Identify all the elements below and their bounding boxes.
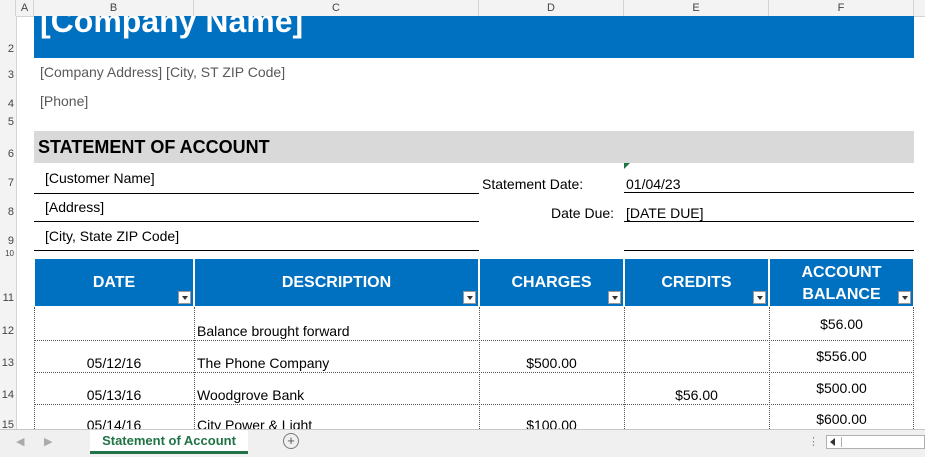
header-date-label: DATE	[92, 274, 136, 291]
cell-date[interactable]: 05/13/16	[34, 387, 194, 403]
cell-credits[interactable]: $56.00	[624, 387, 769, 403]
customer-city[interactable]: [City, State ZIP Code]	[45, 228, 179, 244]
cell-balance[interactable]: $500.00	[769, 380, 914, 396]
scrollbar-thumb[interactable]	[841, 437, 924, 447]
date-due-label: Date Due:	[551, 205, 615, 221]
row-header[interactable]: 4	[0, 98, 16, 110]
add-sheet-icon[interactable]: +	[283, 433, 299, 449]
cell-description[interactable]: Woodgrove Bank	[197, 387, 304, 403]
grid-line	[34, 372, 914, 373]
row-header[interactable]: 7	[0, 177, 16, 189]
divider	[624, 192, 914, 193]
cell-note-indicator-icon	[624, 163, 630, 169]
statement-date-value[interactable]: 01/04/23	[626, 176, 681, 192]
customer-address[interactable]: [Address]	[45, 199, 104, 215]
header-credits[interactable]: CREDITS	[624, 258, 769, 307]
column-header-b[interactable]: B	[34, 0, 194, 16]
filter-dropdown-icon[interactable]	[178, 291, 191, 304]
cell-balance[interactable]: $556.00	[769, 348, 914, 364]
header-credits-label: CREDITS	[661, 274, 732, 291]
filter-dropdown-icon[interactable]	[463, 291, 476, 304]
header-description-label: DESCRIPTION	[281, 274, 392, 291]
scroll-left-icon[interactable]	[830, 438, 835, 446]
header-account-balance[interactable]: ACCOUNT BALANCE	[769, 258, 914, 307]
statement-title-bar[interactable]: STATEMENT OF ACCOUNT	[34, 131, 914, 163]
row-header[interactable]: 2	[0, 43, 16, 55]
cell-balance[interactable]: $600.00	[769, 411, 914, 427]
nav-left-icon[interactable]: ◀	[16, 435, 24, 448]
column-header-f[interactable]: F	[769, 0, 914, 16]
select-all-corner[interactable]	[0, 0, 16, 16]
statement-date-label: Statement Date:	[482, 176, 584, 192]
filter-dropdown-icon[interactable]	[753, 291, 766, 304]
row-header[interactable]: 13	[0, 357, 16, 369]
divider	[34, 221, 479, 222]
customer-name[interactable]: [Customer Name]	[45, 170, 155, 186]
column-header-e[interactable]: E	[624, 0, 769, 16]
cell-date[interactable]: 05/12/16	[34, 355, 194, 371]
row-header[interactable]: 8	[0, 206, 16, 218]
grid-line	[34, 404, 914, 405]
row-header[interactable]: 11	[0, 292, 16, 304]
grid-line	[624, 307, 625, 429]
row-headers: 2 3 4 5 6 7 8 9 10 11 12 13 14 15	[0, 16, 17, 431]
row-header[interactable]: 9	[0, 235, 16, 247]
row-header[interactable]: 12	[0, 325, 16, 337]
column-header-a[interactable]: A	[16, 0, 34, 16]
header-charges[interactable]: CHARGES	[479, 258, 624, 307]
row-header[interactable]: 14	[0, 389, 16, 401]
row-header[interactable]: 6	[0, 148, 16, 160]
header-balance-line1: ACCOUNT	[801, 264, 882, 281]
header-date[interactable]: DATE	[34, 258, 194, 307]
cell-description[interactable]: Balance brought forward	[197, 323, 350, 339]
divider	[624, 250, 914, 251]
grid-line	[194, 307, 195, 429]
row-header[interactable]: 10	[0, 249, 16, 258]
cell-charges[interactable]: $500.00	[479, 355, 624, 371]
sheet-tab-bar: ◀ ▶ Statement of Account + ⋮	[0, 429, 925, 457]
grid-line	[34, 340, 914, 341]
header-balance-line2: BALANCE	[802, 286, 881, 303]
column-header-d[interactable]: D	[479, 0, 624, 16]
cell-description[interactable]: The Phone Company	[197, 355, 329, 371]
date-due-value[interactable]: [DATE DUE]	[626, 205, 704, 221]
statement-title: STATEMENT OF ACCOUNT	[38, 137, 270, 157]
row-header[interactable]: 5	[0, 116, 16, 128]
filter-dropdown-icon[interactable]	[608, 291, 621, 304]
sheet-tab-statement[interactable]: Statement of Account	[90, 430, 248, 454]
cell-balance[interactable]: $56.00	[769, 316, 914, 332]
divider	[34, 250, 479, 251]
horizontal-scrollbar[interactable]	[826, 435, 925, 449]
column-header-c[interactable]: C	[194, 0, 479, 16]
nav-right-icon[interactable]: ▶	[44, 435, 52, 448]
column-headers: A B C D E F	[0, 0, 925, 17]
company-address[interactable]: [Company Address] [City, ST ZIP Code]	[40, 64, 285, 80]
company-name-banner[interactable]: [Company Name]	[34, 16, 914, 58]
divider	[624, 221, 914, 222]
divider	[34, 193, 479, 194]
tab-splitter-icon[interactable]: ⋮	[808, 435, 819, 448]
filter-dropdown-icon[interactable]	[898, 291, 911, 304]
header-charges-label: CHARGES	[511, 274, 592, 291]
row-header[interactable]: 3	[0, 69, 16, 81]
header-description[interactable]: DESCRIPTION	[194, 258, 479, 307]
company-phone[interactable]: [Phone]	[40, 93, 88, 109]
company-name: [Company Name]	[40, 16, 304, 39]
